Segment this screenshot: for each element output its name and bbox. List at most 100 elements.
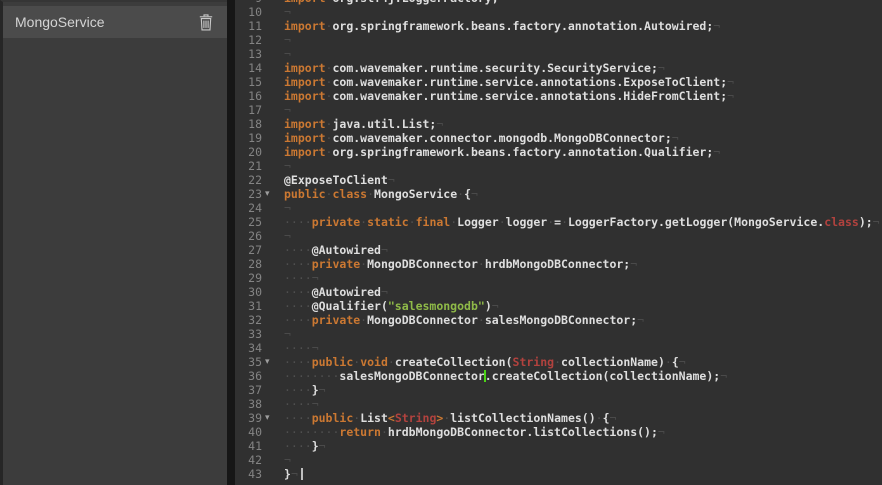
line-number[interactable]: 19 — [235, 131, 262, 145]
code-line[interactable]: 33¬ — [235, 327, 880, 341]
fold-gutter-space — [262, 75, 284, 89]
code-line[interactable]: 10¬ — [235, 5, 880, 19]
code-line[interactable]: 36········salesMongoDBConnector.createCo… — [235, 369, 880, 383]
code-line[interactable]: 24 ¬ — [235, 201, 880, 215]
line-number[interactable]: 38 — [235, 397, 262, 411]
code-line[interactable]: 29····¬ — [235, 271, 880, 285]
code-line[interactable]: 20import·org.springframework.beans.facto… — [235, 145, 880, 159]
code-line[interactable]: 30 ····@Autowired¬ — [235, 285, 880, 299]
code-line[interactable]: 16import·com.wavemaker.runtime.service.a… — [235, 89, 880, 103]
code-line[interactable]: 19 import·com.wavemaker.connector.mongodb… — [235, 131, 880, 145]
service-list-item-mongoservice[interactable]: MongoService — [3, 6, 227, 38]
line-number[interactable]: 16 — [235, 89, 262, 103]
code-line[interactable]: 11import·org.springframework.beans.facto… — [235, 19, 880, 33]
fold-toggle-icon[interactable]: ▾ — [262, 411, 284, 425]
line-number[interactable]: 36 — [235, 369, 262, 383]
code-text: ¬ — [284, 47, 291, 61]
code-text: import·com.wavemaker.runtime.security.Se… — [284, 61, 665, 75]
fold-gutter-space — [262, 215, 284, 229]
trash-icon[interactable] — [199, 14, 213, 31]
code-text: import·com.wavemaker.runtime.service.ann… — [284, 75, 734, 89]
line-number[interactable]: 20 — [235, 145, 262, 159]
code-line[interactable]: 39▾····public·List<String>·listCollectio… — [235, 411, 880, 425]
line-number[interactable]: 23 — [235, 187, 262, 201]
code-line[interactable]: 31····@Qualifier("salesmongodb")¬ — [235, 299, 880, 313]
line-number[interactable]: 11 — [235, 19, 262, 33]
fold-toggle-icon[interactable]: ▾ — [262, 187, 284, 201]
code-line[interactable]: 23▾public·class·MongoService·{¬ — [235, 187, 880, 201]
code-line[interactable]: 34····¬ — [235, 341, 880, 355]
service-name-label: MongoService — [15, 14, 105, 30]
line-number[interactable]: 35 — [235, 355, 262, 369]
line-number[interactable]: 43 — [235, 467, 262, 481]
code-line[interactable]: 21¬ — [235, 159, 880, 173]
code-line[interactable]: 40········return·hrdbMongoDBConnector.li… — [235, 425, 880, 439]
line-number[interactable]: 37 — [235, 383, 262, 397]
code-line[interactable]: 42¬ — [235, 453, 880, 467]
fold-gutter-space — [262, 341, 284, 355]
code-text: public·class·MongoService·{¬ — [284, 187, 478, 201]
code-text: import·com.wavemaker.connector.mongodb.M… — [284, 131, 679, 145]
code-line[interactable]: 17¬ — [235, 103, 880, 117]
line-number[interactable]: 25 — [235, 215, 262, 229]
code-line[interactable]: 43}¬ — [235, 467, 880, 481]
code-line[interactable]: 27····@Autowired¬ — [235, 243, 880, 257]
line-number[interactable]: 26 — [235, 229, 262, 243]
line-number[interactable]: 14 — [235, 61, 262, 75]
line-number[interactable]: 12 — [235, 33, 262, 47]
line-number[interactable]: 34 — [235, 341, 262, 355]
line-number[interactable]: 10 — [235, 5, 262, 19]
fold-gutter-space — [262, 383, 284, 397]
line-number[interactable]: 29 — [235, 271, 262, 285]
line-number[interactable]: 42 — [235, 453, 262, 467]
line-number[interactable]: 31 — [235, 299, 262, 313]
line-number[interactable]: 28 — [235, 257, 262, 271]
line-number[interactable]: 30 — [235, 285, 262, 299]
code-line[interactable]: 15 import·com.wavemaker.runtime.service.a… — [235, 75, 880, 89]
code-line[interactable]: 14 import·com.wavemaker.runtime.security.… — [235, 61, 880, 75]
code-line[interactable]: 22@ExposeToClient¬ — [235, 173, 880, 187]
fold-gutter-space — [262, 285, 284, 299]
line-number[interactable]: 32 — [235, 313, 262, 327]
code-line[interactable]: 35▾····public·void·createCollection(Stri… — [235, 355, 880, 369]
fold-gutter-space — [262, 439, 284, 453]
code-text: ····}¬ — [284, 383, 326, 397]
panel-splitter[interactable] — [227, 0, 235, 485]
fold-gutter-space — [262, 327, 284, 341]
line-number[interactable]: 17 — [235, 103, 262, 117]
line-number[interactable]: 27 — [235, 243, 262, 257]
line-number[interactable]: 41 — [235, 439, 262, 453]
code-line[interactable]: 38····¬ — [235, 397, 880, 411]
code-text: import·org.slf4j.LoggerFactory;¬ — [284, 0, 506, 5]
fold-gutter-space — [262, 467, 284, 481]
code-line[interactable]: 32····private·MongoDBConnector·salesMong… — [235, 313, 880, 327]
line-number[interactable]: 18 — [235, 117, 262, 131]
code-line[interactable]: 37 ····}¬ — [235, 383, 880, 397]
code-line[interactable]: 26¬ — [235, 229, 880, 243]
code-line[interactable]: 25····private·static·final·Logger·logger… — [235, 215, 880, 229]
line-number[interactable]: 22 — [235, 173, 262, 187]
line-number[interactable]: 33 — [235, 327, 262, 341]
code-line[interactable]: 13 ¬ — [235, 47, 880, 61]
line-number[interactable]: 13 — [235, 47, 262, 61]
fold-toggle-icon[interactable]: ▾ — [262, 355, 284, 369]
code-text: ····@Autowired¬ — [284, 285, 388, 299]
fold-gutter-space — [262, 257, 284, 271]
line-number[interactable]: 24 — [235, 201, 262, 215]
fold-gutter-space — [262, 33, 284, 47]
code-text: ····private·MongoDBConnector·hrdbMongoDB… — [284, 257, 637, 271]
fold-gutter-space — [262, 61, 284, 75]
code-line[interactable]: 12¬ — [235, 33, 880, 47]
fold-gutter-space — [262, 117, 284, 131]
code-line[interactable]: 28 ····private·MongoDBConnector·hrdbMongo… — [235, 257, 880, 271]
line-number[interactable]: 15 — [235, 75, 262, 89]
fold-gutter-space — [262, 313, 284, 327]
line-number[interactable]: 39 — [235, 411, 262, 425]
line-number[interactable]: 21 — [235, 159, 262, 173]
code-text: ¬ — [284, 201, 291, 215]
code-line[interactable]: 41····}¬ — [235, 439, 880, 453]
code-editor[interactable]: 9import·org.slf4j.LoggerFactory;¬10¬11im… — [235, 0, 882, 485]
code-line[interactable]: 18import·java.util.List;¬ — [235, 117, 880, 131]
line-number[interactable]: 40 — [235, 425, 262, 439]
fold-gutter-space — [262, 103, 284, 117]
